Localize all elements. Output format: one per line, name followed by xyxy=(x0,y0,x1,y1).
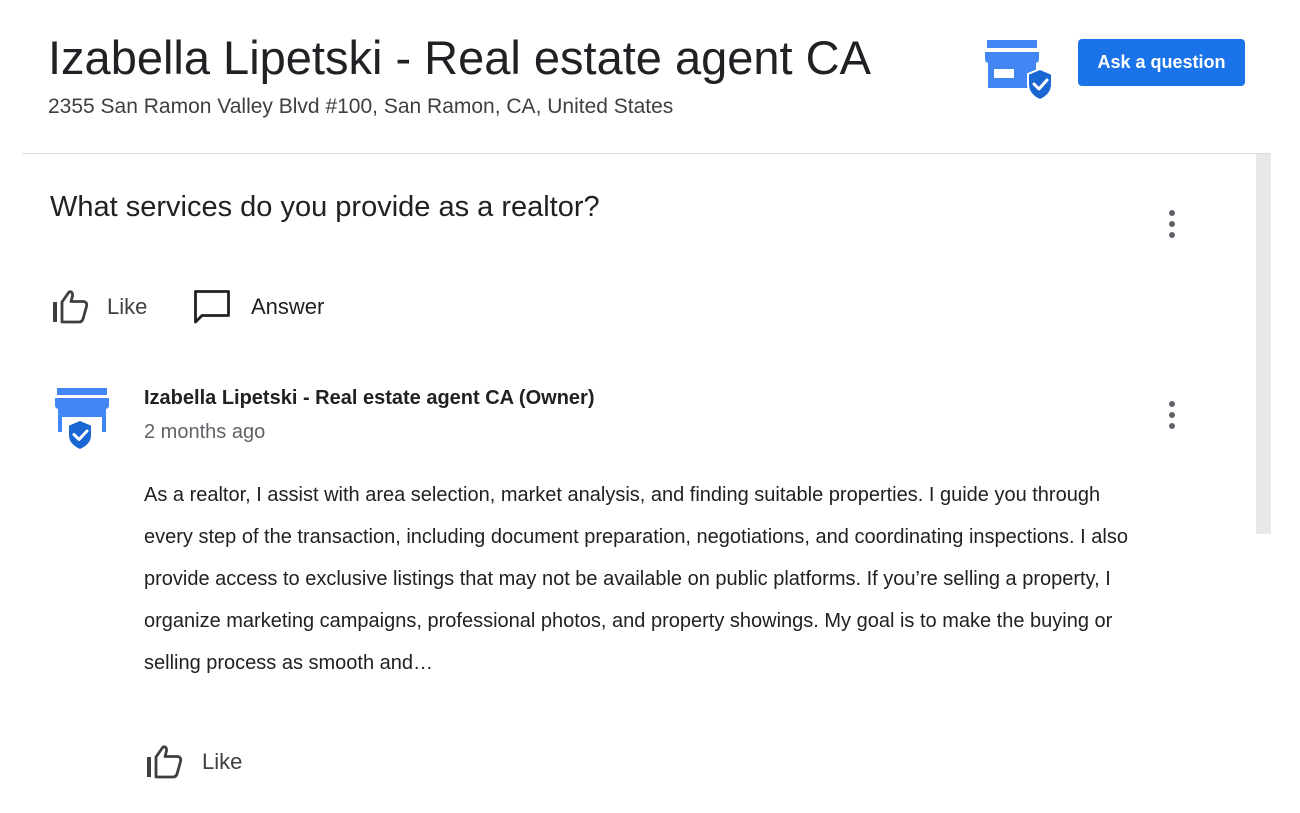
more-vert-icon-dot xyxy=(1169,232,1175,238)
answer-more-menu-button[interactable] xyxy=(1160,397,1184,433)
more-vert-icon xyxy=(1169,210,1175,216)
answer-timestamp: 2 months ago xyxy=(144,421,266,443)
verified-storefront-icon xyxy=(985,40,1053,102)
answer-author[interactable]: Izabella Lipetski - Real estate agent CA… xyxy=(144,385,595,411)
answer-text: As a realtor, I assist with area selecti… xyxy=(144,484,1128,674)
more-vert-icon-dot xyxy=(1169,423,1175,429)
ask-question-button[interactable]: Ask a question xyxy=(1078,39,1245,86)
scrollbar[interactable] xyxy=(1256,154,1271,534)
thumb-up-outline-icon xyxy=(53,290,89,324)
question-like-button[interactable]: Like xyxy=(50,288,147,326)
question-text: What services do you provide as a realto… xyxy=(50,191,600,223)
business-title: Izabella Lipetski - Real estate agent CA xyxy=(48,31,871,84)
more-vert-icon-dot xyxy=(1169,221,1175,227)
more-vert-icon xyxy=(1169,401,1175,407)
chat-bubble-outline-icon xyxy=(194,290,230,324)
question-like-label: Like xyxy=(107,294,148,319)
owner-avatar-icon xyxy=(55,388,109,451)
more-vert-icon-dot xyxy=(1169,412,1175,418)
qa-page: Izabella Lipetski - Real estate agent CA… xyxy=(0,0,1300,813)
business-header: Izabella Lipetski - Real estate agent CA… xyxy=(0,0,1300,154)
question-more-menu-button[interactable] xyxy=(1160,206,1184,242)
header-divider xyxy=(22,153,1270,154)
answer-like-label: Like xyxy=(202,749,243,774)
thumb-up-outline-icon xyxy=(147,745,183,779)
answer-label: Answer xyxy=(251,294,325,319)
business-address: 2355 San Ramon Valley Blvd #100, San Ram… xyxy=(48,95,674,118)
answer-like-button[interactable]: Like xyxy=(144,743,242,781)
answer-question-button[interactable]: Answer xyxy=(192,288,324,326)
